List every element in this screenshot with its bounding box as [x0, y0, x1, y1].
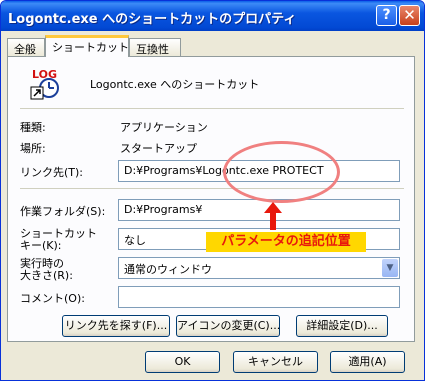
comment-input[interactable] — [118, 286, 400, 308]
title-bar[interactable]: Logontc.exe へのショートカットのプロパティ ? ✕ — [1, 1, 424, 31]
window-title: Logontc.exe へのショートカットのプロパティ — [8, 12, 297, 27]
help-button[interactable]: ? — [376, 5, 397, 26]
annotation-ring — [223, 141, 340, 203]
separator — [20, 108, 404, 109]
find-target-button[interactable]: リンク先を探す(F)... — [62, 315, 170, 337]
advanced-button[interactable]: 詳細設定(D)... — [296, 315, 388, 337]
tab-compatibility[interactable]: 互換性 — [129, 38, 181, 56]
location-label: 場所: — [20, 142, 46, 155]
annotation-label: パラメータの追記位置 — [206, 232, 366, 252]
tab-general[interactable]: 全般 — [7, 38, 45, 56]
shortcut-app-icon: LOG — [30, 67, 64, 101]
chevron-down-icon[interactable]: ▼ — [382, 259, 398, 277]
shortcut-name: Logontc.exe へのショートカット — [90, 78, 260, 91]
type-value: アプリケーション — [120, 121, 208, 134]
workdir-label: 作業フォルダ(S): — [20, 205, 106, 218]
change-icon-button[interactable]: アイコンの変更(C)... — [176, 315, 280, 337]
type-label: 種類: — [20, 121, 46, 134]
run-size-label-line2: 大きさ(R): — [20, 269, 73, 282]
location-value: スタートアップ — [120, 142, 197, 155]
ok-button[interactable]: OK — [145, 351, 220, 373]
run-size-value: 通常のウィンドウ — [124, 263, 212, 276]
comment-label: コメント(O): — [20, 292, 85, 305]
run-size-select[interactable]: 通常のウィンドウ ▼ — [118, 257, 400, 279]
shortcut-panel: LOG Logontc.exe へのショートカット 種類: アプリケーション 場… — [7, 56, 415, 342]
close-button[interactable]: ✕ — [399, 5, 420, 26]
cancel-button[interactable]: キャンセル — [233, 351, 318, 373]
workdir-input[interactable]: D:¥Programs¥ — [118, 199, 400, 221]
hotkey-label-line2: キー(K): — [20, 239, 62, 252]
separator — [20, 188, 404, 189]
properties-dialog: Logontc.exe へのショートカットのプロパティ ? ✕ 全般 ショートカ… — [0, 0, 425, 381]
arrow-up-icon — [263, 201, 283, 234]
target-label: リンク先(T): — [20, 166, 84, 179]
tab-shortcut[interactable]: ショートカット — [45, 35, 129, 57]
apply-button[interactable]: 適用(A) — [330, 351, 405, 373]
